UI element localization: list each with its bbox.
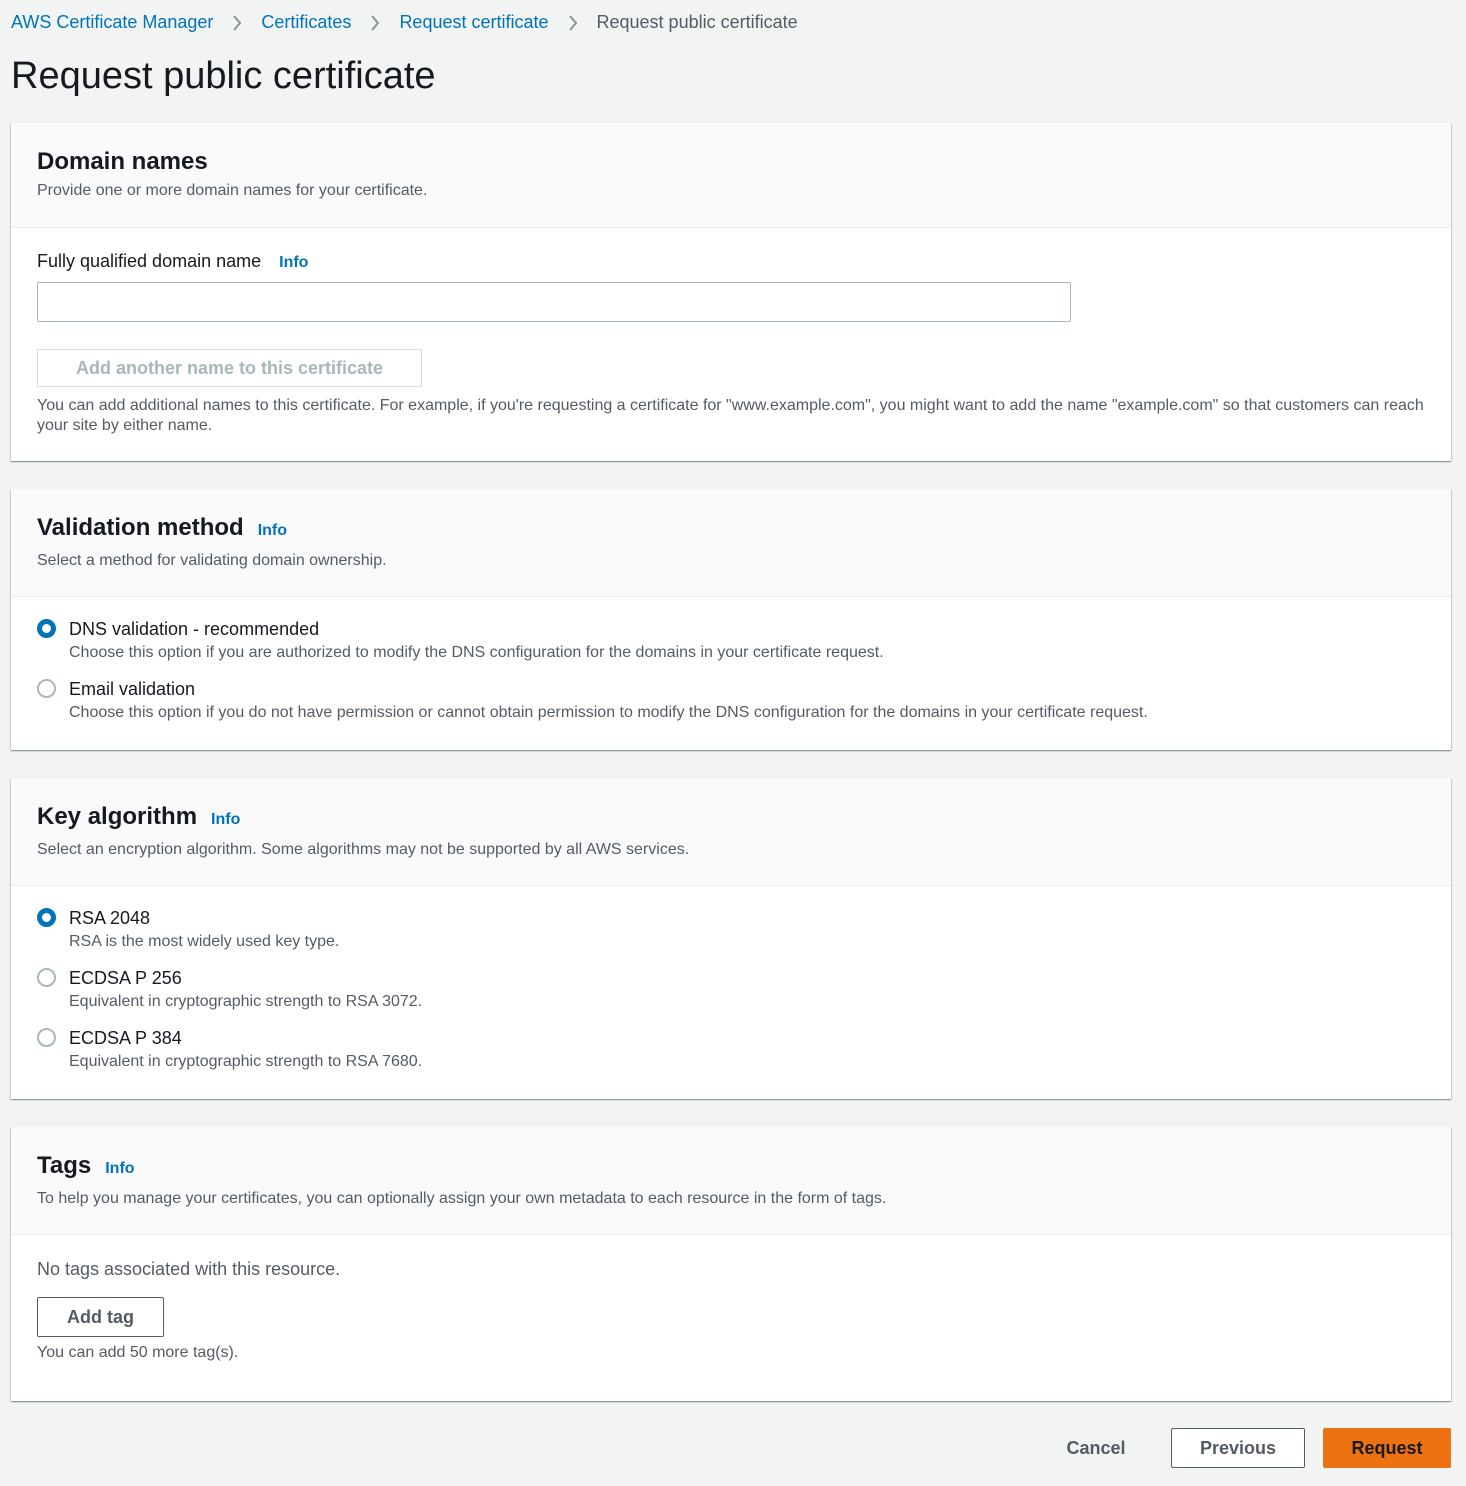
- breadcrumb-aws-certificate-manager[interactable]: AWS Certificate Manager: [11, 10, 213, 34]
- breadcrumb-current: Request public certificate: [596, 12, 798, 32]
- email-validation-option[interactable]: Email validation Choose this option if y…: [37, 677, 1425, 723]
- validation-header: Validation method Info Select a method f…: [11, 489, 1451, 597]
- breadcrumb: AWS Certificate Manager Certificates Req…: [11, 10, 798, 34]
- tags-panel: Tags Info To help you manage your certif…: [11, 1127, 1451, 1401]
- chevron-right-icon: [549, 10, 597, 34]
- ecdsa-p256-label: ECDSA P 256: [69, 968, 182, 988]
- domain-names-body: Fully qualified domain name Info Add ano…: [11, 228, 1451, 436]
- email-validation-desc: Choose this option if you do not have pe…: [69, 704, 1148, 721]
- fqdn-input[interactable]: [37, 282, 1071, 322]
- tags-header: Tags Info To help you manage your certif…: [11, 1127, 1451, 1235]
- chevron-right-icon: [213, 10, 261, 34]
- validation-title-row: Validation method Info: [37, 514, 1425, 542]
- rsa-2048-label: RSA 2048: [69, 908, 151, 928]
- rsa-2048-option[interactable]: RSA 2048 RSA is the most widely used key…: [37, 906, 1425, 952]
- domain-names-description: Provide one or more domain names for you…: [37, 182, 428, 199]
- ecdsa-p256-radio[interactable]: [37, 968, 56, 987]
- domain-names-header: Domain names Provide one or more domain …: [11, 123, 1451, 228]
- key-algorithm-description: Select an encryption algorithm. Some alg…: [37, 841, 690, 858]
- dns-validation-label: DNS validation - recommended: [69, 619, 320, 639]
- domain-names-panel: Domain names Provide one or more domain …: [11, 123, 1451, 461]
- ecdsa-p256-option[interactable]: ECDSA P 256 Equivalent in cryptographic …: [37, 966, 1425, 1012]
- tags-description: To help you manage your certificates, yo…: [37, 1190, 887, 1207]
- dns-validation-option[interactable]: DNS validation - recommended Choose this…: [37, 617, 1425, 663]
- ecdsa-p384-option[interactable]: ECDSA P 384 Equivalent in cryptographic …: [37, 1026, 1425, 1072]
- previous-button[interactable]: Previous: [1171, 1428, 1305, 1468]
- validation-method-panel: Validation method Info Select a method f…: [11, 489, 1451, 750]
- fqdn-info-link[interactable]: Info: [279, 254, 308, 272]
- tags-title-row: Tags Info: [37, 1152, 1425, 1180]
- tags-body: No tags associated with this resource. A…: [11, 1235, 1451, 1363]
- chevron-right-icon: [351, 10, 399, 34]
- ecdsa-p384-desc: Equivalent in cryptographic strength to …: [69, 1053, 423, 1070]
- fqdn-label-row: Fully qualified domain name Info: [37, 251, 1425, 272]
- key-algorithm-info-link[interactable]: Info: [211, 811, 240, 829]
- domain-names-title: Domain names: [37, 148, 208, 175]
- dns-validation-radio[interactable]: [37, 619, 56, 638]
- validation-description: Select a method for validating domain ow…: [37, 552, 387, 569]
- cancel-button[interactable]: Cancel: [1056, 1428, 1136, 1468]
- tags-limit-text: You can add 50 more tag(s).: [37, 1344, 239, 1361]
- add-another-name-button[interactable]: Add another name to this certificate: [37, 349, 422, 387]
- add-name-help-text: You can add additional names to this cer…: [37, 397, 1424, 434]
- add-tag-button[interactable]: Add tag: [37, 1297, 164, 1337]
- key-algorithm-options: RSA 2048 RSA is the most widely used key…: [11, 886, 1451, 1072]
- rsa-2048-radio[interactable]: [37, 908, 56, 927]
- ecdsa-p384-label: ECDSA P 384: [69, 1028, 182, 1048]
- ecdsa-p256-desc: Equivalent in cryptographic strength to …: [69, 993, 423, 1010]
- rsa-2048-desc: RSA is the most widely used key type.: [69, 933, 340, 950]
- email-validation-label: Email validation: [69, 679, 196, 699]
- key-algorithm-title: Key algorithm: [37, 803, 198, 830]
- tags-info-link[interactable]: Info: [105, 1160, 134, 1178]
- breadcrumb-request-certificate[interactable]: Request certificate: [399, 10, 548, 34]
- fqdn-label: Fully qualified domain name: [37, 251, 262, 271]
- ecdsa-p384-radio[interactable]: [37, 1028, 56, 1047]
- validation-info-link[interactable]: Info: [258, 522, 287, 540]
- email-validation-radio[interactable]: [37, 679, 56, 698]
- validation-options: DNS validation - recommended Choose this…: [11, 597, 1451, 723]
- key-algorithm-title-row: Key algorithm Info: [37, 803, 1425, 831]
- breadcrumb-certificates[interactable]: Certificates: [261, 10, 351, 34]
- tags-title: Tags: [37, 1152, 92, 1179]
- page-title: Request public certificate: [11, 55, 436, 97]
- key-algorithm-panel: Key algorithm Info Select an encryption …: [11, 778, 1451, 1099]
- validation-title: Validation method: [37, 514, 244, 541]
- request-button[interactable]: Request: [1323, 1428, 1451, 1468]
- key-algorithm-header: Key algorithm Info Select an encryption …: [11, 778, 1451, 886]
- no-tags-text: No tags associated with this resource.: [37, 1259, 341, 1279]
- dns-validation-desc: Choose this option if you are authorized…: [69, 644, 884, 661]
